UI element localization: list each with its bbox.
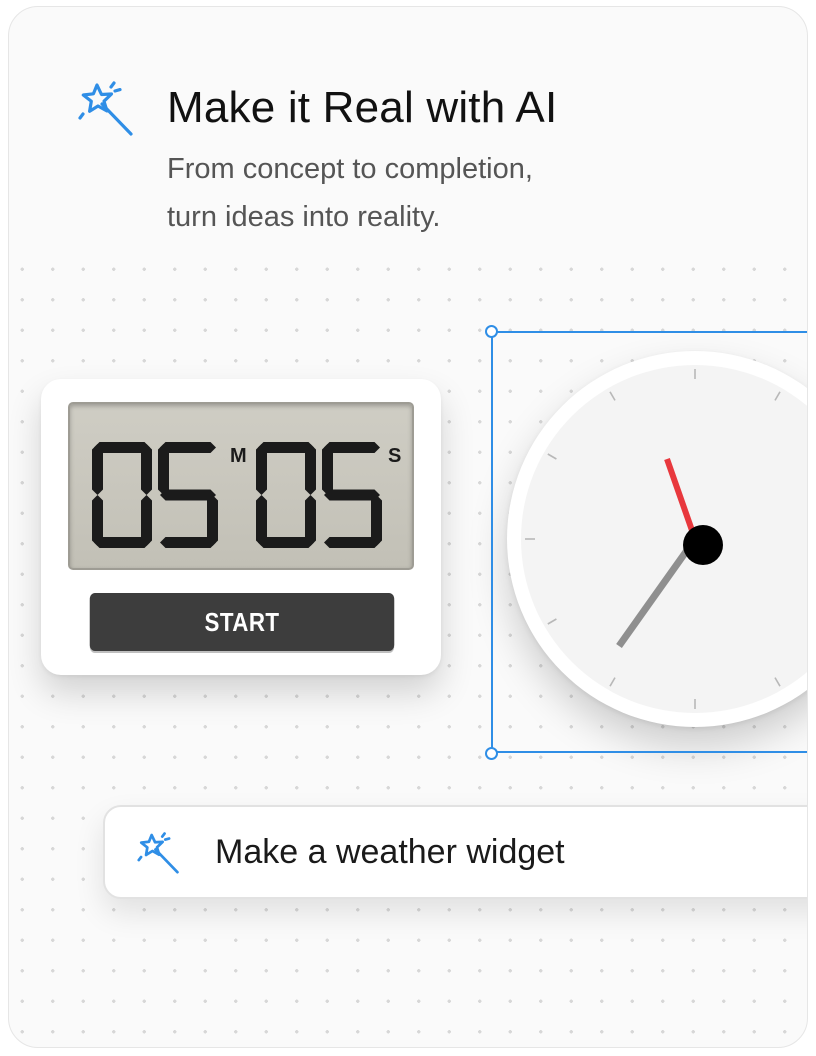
lcd-segment — [324, 489, 380, 501]
lcd-segment — [305, 444, 316, 495]
prompt-text: Make a weather widget — [215, 833, 565, 871]
selection-box[interactable] — [491, 331, 807, 753]
page-subtitle: From concept to completion, turn ideas i… — [167, 145, 687, 241]
lcd-segment — [141, 495, 152, 546]
lcd-segment — [160, 489, 216, 501]
lcd-segment — [256, 444, 267, 495]
lcd-segment — [92, 444, 103, 495]
lcd-display: M S — [68, 402, 414, 570]
resize-handle-top-left[interactable] — [485, 325, 498, 338]
lcd-segment — [371, 495, 382, 546]
lcd-digits: M S — [92, 442, 401, 548]
lcd-segment — [305, 495, 316, 546]
lcd-segment — [141, 444, 152, 495]
start-button[interactable]: START — [89, 593, 395, 651]
timer-widget: M S START — [41, 379, 441, 675]
page-title: Make it Real with AI — [167, 83, 558, 132]
minutes-unit-label: M — [230, 445, 247, 467]
lcd-segment — [322, 444, 333, 495]
subtitle-line-1: From concept to completion, — [167, 153, 533, 185]
seconds-unit-label: S — [388, 445, 401, 467]
lcd-segment — [92, 495, 103, 546]
lcd-segment — [256, 495, 267, 546]
magic-wand-icon — [137, 832, 179, 874]
start-button-label: START — [204, 606, 280, 637]
resize-handle-bottom-left[interactable] — [485, 747, 498, 760]
feature-card: Make it Real with AI From concept to com… — [8, 6, 808, 1048]
magic-wand-icon — [78, 81, 133, 136]
subtitle-line-2: turn ideas into reality. — [167, 201, 441, 233]
lcd-segment — [158, 444, 169, 495]
prompt-bar[interactable]: Make a weather widget — [103, 805, 807, 899]
lcd-segment — [207, 495, 218, 546]
